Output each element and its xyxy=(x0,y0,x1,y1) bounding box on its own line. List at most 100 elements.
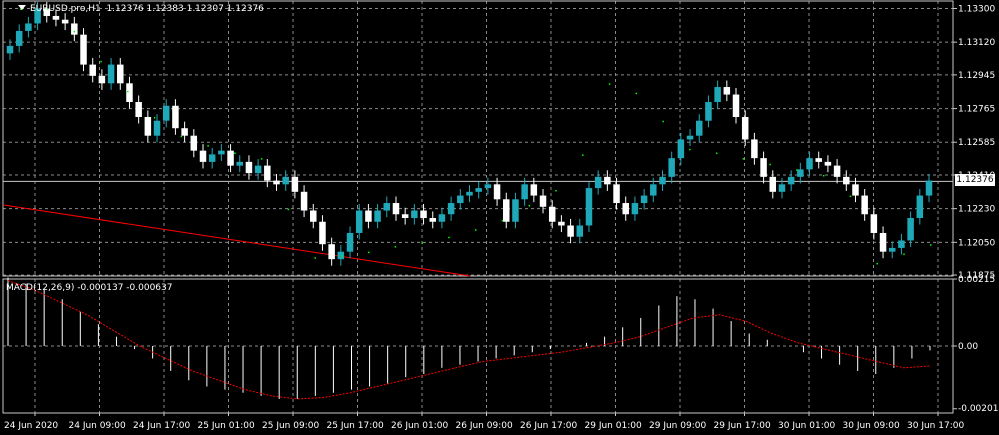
sar-dot xyxy=(73,30,76,33)
candle-bull xyxy=(282,176,289,185)
candle-bear xyxy=(503,199,510,222)
sar-dot xyxy=(314,257,316,259)
candle-bear xyxy=(833,165,841,177)
chart-symbol-info[interactable]: EURUSD.pro,H1 1.12376 1.12383 1.12307 1.… xyxy=(18,4,264,14)
candle-bull xyxy=(650,184,657,196)
candle-bull xyxy=(6,45,14,54)
sar-dot xyxy=(501,219,504,222)
sar-dot xyxy=(608,83,611,85)
candle-bear xyxy=(401,214,409,219)
candle-bull xyxy=(806,158,813,170)
candle-bear xyxy=(567,225,574,237)
candle-bear xyxy=(604,176,611,185)
time-tick-label: 25 Jun 01:00 xyxy=(198,421,255,431)
candle-bear xyxy=(144,116,152,136)
time-tick-label: 30 Jun 01:00 xyxy=(778,421,835,431)
candle-bull xyxy=(153,120,161,136)
current-price-badge: 1.12376 xyxy=(955,174,995,186)
time-axis: 24 Jun 2020 24 Jun 09:00 24 Jun 17:00 25 Ju… xyxy=(4,413,964,431)
trendline[interactable] xyxy=(2,204,471,277)
candle-bull xyxy=(576,225,584,237)
candle-bear xyxy=(199,150,207,162)
trading-chart[interactable]: 1.133001.131201.129451.127651.125851.124… xyxy=(0,0,999,435)
candle-bear xyxy=(815,158,822,162)
time-tick-label: 26 Jun 01:00 xyxy=(391,421,448,431)
candle-bear xyxy=(181,128,188,136)
candle-bear xyxy=(493,184,501,200)
candle-bear xyxy=(273,180,280,185)
candle-bull xyxy=(25,23,32,31)
candle-bull xyxy=(778,184,786,192)
sar-dot xyxy=(849,195,852,198)
macd-tick-label: -0.002014 xyxy=(958,404,999,414)
candle-bull xyxy=(236,161,243,166)
candle-bear xyxy=(71,23,78,35)
time-tick-label: 30 Jun 17:00 xyxy=(907,421,964,431)
candle-bull xyxy=(346,232,354,252)
candle-bull xyxy=(107,64,115,84)
candle-bear xyxy=(190,135,198,151)
sar-dot xyxy=(100,60,102,63)
candle-bear xyxy=(172,105,179,129)
candle-bull xyxy=(15,30,23,46)
candle-bear xyxy=(732,94,740,117)
candle-bear xyxy=(622,203,629,215)
macd-tick-label: 0.00 xyxy=(958,342,978,352)
candle-bull xyxy=(888,247,896,252)
sar-dot xyxy=(635,92,638,95)
price-tick-label: 1.13120 xyxy=(958,38,995,48)
sar-dot xyxy=(341,255,343,257)
candle-bear xyxy=(328,244,335,260)
candle-bear xyxy=(769,176,777,192)
macd-signal-line xyxy=(7,280,931,400)
candle-bull xyxy=(696,120,703,136)
candle-bull xyxy=(484,184,492,189)
sar-dot xyxy=(689,148,691,151)
sar-dot xyxy=(662,120,664,123)
time-tick-label: 24 Jun 17:00 xyxy=(133,421,190,431)
candle-bull xyxy=(585,188,593,226)
candle-bull xyxy=(925,180,933,196)
candle-bear xyxy=(98,75,106,84)
candle-bull xyxy=(668,158,675,177)
candle-bull xyxy=(898,240,905,248)
candle-bear xyxy=(89,64,96,76)
sar-dot xyxy=(153,116,156,119)
candle-bull xyxy=(208,154,216,162)
time-tick-label: 25 Jun 17:00 xyxy=(327,421,384,431)
time-tick-label: 26 Jun 09:00 xyxy=(456,421,513,431)
sar-dot xyxy=(394,246,397,248)
candle-bull xyxy=(447,203,455,215)
candle-bear xyxy=(824,161,832,166)
macd-tick-label: 0.00215 xyxy=(958,275,995,285)
candle-bull xyxy=(787,176,795,185)
candle-bull xyxy=(438,214,446,222)
candle-bull xyxy=(640,195,648,204)
candle-bull xyxy=(337,251,345,260)
candle-bull xyxy=(162,105,170,121)
macd-indicator xyxy=(7,277,931,400)
candle-bear xyxy=(852,184,859,196)
price-tick-label: 1.12945 xyxy=(958,71,995,81)
candle-bear xyxy=(310,210,317,222)
sar-dot xyxy=(260,158,263,160)
price-tick-label: 1.12050 xyxy=(958,238,995,248)
sar-dot xyxy=(555,189,557,192)
sar-dot xyxy=(769,163,771,166)
candle-bear xyxy=(61,19,69,24)
candle-bull xyxy=(254,165,262,174)
candle-bear xyxy=(530,184,538,196)
time-tick-label: 24 Jun 09:00 xyxy=(69,421,126,431)
sar-dot xyxy=(582,154,584,156)
dropdown-triangle-icon[interactable] xyxy=(18,5,26,10)
sar-dot xyxy=(287,208,290,211)
time-tick-label: 29 Jun 01:00 xyxy=(585,421,642,431)
candle-bear xyxy=(319,221,326,245)
candle-bear xyxy=(429,218,436,222)
macd-label: MACD(12,26,9) xyxy=(6,283,75,293)
candle-bear xyxy=(548,206,556,222)
candle-bull xyxy=(218,150,225,155)
sar-dot xyxy=(876,262,878,265)
candle-bull xyxy=(512,199,519,222)
candle-bear xyxy=(843,176,850,185)
